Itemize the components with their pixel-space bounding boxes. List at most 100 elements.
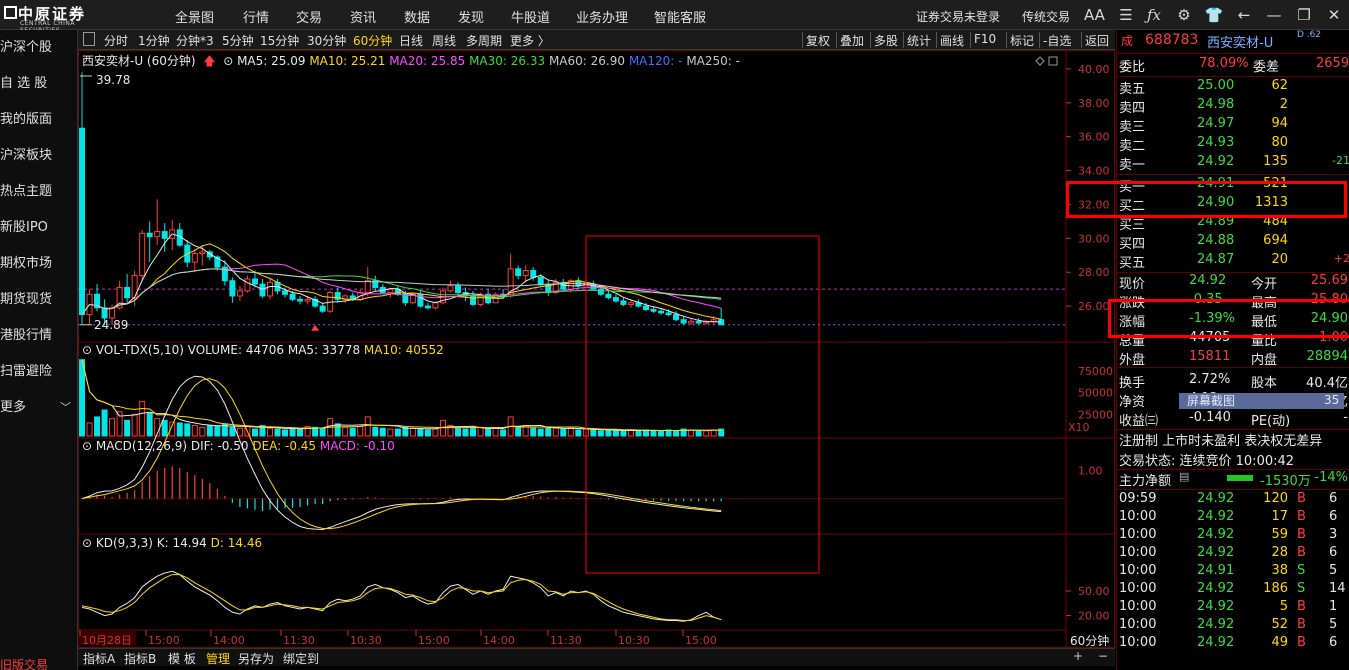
top-menu-item-1[interactable]: 行情 [243,7,269,26]
zoom-out-icon[interactable]: − [1098,649,1108,663]
minimize-icon[interactable]: — [1264,5,1284,25]
period-tab-8[interactable]: 周线 [432,32,456,49]
volume-bar [394,428,401,437]
top-menu-item-2[interactable]: 交易 [296,7,322,26]
bottom-tab-5[interactable]: 绑定到 [283,650,319,667]
sidebar-item-5[interactable]: 新股IPO [0,210,78,246]
kd-settings-icon[interactable]: ⊙ [82,536,96,550]
period-tab-10[interactable]: 更多 〉 [510,32,550,49]
tick-volume: 52 [1271,617,1288,632]
buy-row-3[interactable]: 买四 24.88 694 [1117,233,1349,252]
trade-mode[interactable]: 传统交易 [1022,8,1070,25]
selection-rectangle[interactable] [585,235,820,574]
screenshot-button[interactable]: 屏幕截图 [1179,393,1344,409]
chart-window-toggle-icon[interactable] [1048,56,1058,66]
back-arrow-icon[interactable]: ← [1234,5,1254,25]
collapse-toggle-icon[interactable] [83,32,95,46]
main-flow-row[interactable]: 主力净额 ▤ -1530万 -14% [1117,470,1349,489]
settings-dropdown-icon[interactable]: ⊙ [223,54,233,68]
registration-info: 注册制 上市时未盈利 表决权无差异 [1119,434,1323,449]
volume-bar [79,359,85,437]
book-volume: 20 [1271,252,1288,267]
tick-price: 24.92 [1197,581,1235,596]
sell-row-0[interactable]: 卖五 25.00 62 [1117,78,1349,97]
bottom-tab-1[interactable]: 指标B [124,650,156,667]
vol-settings-icon[interactable]: ⊙ [82,343,96,357]
period-tab-2[interactable]: 分钟*3 [176,32,214,49]
bottom-tab-4[interactable]: 另存为 [238,650,274,667]
sell-row-2[interactable]: 卖三 24.97 94 [1117,116,1349,135]
time-axis-label: 14:00 [213,634,245,647]
font-size-icon[interactable]: AA [1084,5,1105,25]
sidebar-item-1[interactable]: 自 选 股 [0,66,78,102]
logo-mark-icon [4,6,17,19]
time-axis-label: 10:30 [350,634,382,647]
bottom-tab-2[interactable]: 模 板 [168,650,196,667]
period-tab-0[interactable]: 分时 [104,32,128,49]
period-indicator[interactable]: 60分钟 [1070,632,1109,649]
tick-count: 6 [1329,509,1338,524]
maximize-icon[interactable]: ❐ [1294,5,1314,25]
legacy-trade-button[interactable]: 旧版交易 [0,656,78,670]
top-menu-item-6[interactable]: 牛股道 [511,7,550,26]
price-axis-label: 38.00 [1078,97,1110,110]
formula-icon[interactable]: ƒx [1144,5,1164,25]
toolbar-button-4[interactable]: 画线 [940,32,964,49]
period-tab-9[interactable]: 多周期 [466,32,502,49]
sell-row-3[interactable]: 卖二 24.93 80 [1117,135,1349,154]
bottom-tab-0[interactable]: 指标A [83,650,115,667]
macd-settings-icon[interactable]: ⊙ [82,439,96,453]
tick-row: 09:59 24.92 120 B 6 [1117,491,1349,509]
close-icon[interactable]: ✕ [1324,5,1344,25]
menu-grid-icon[interactable]: ☰ [1116,5,1136,25]
period-tab-5[interactable]: 30分钟 [307,32,346,49]
toolbar-button-2[interactable]: 多股 [874,32,898,49]
toolbar-button-5[interactable]: F10 [974,32,996,46]
sidebar-item-0[interactable]: 沪深个股 [0,30,78,66]
toolbar-button-0[interactable]: 复权 [806,32,830,49]
book-change: -21 [1332,154,1349,167]
sidebar-item-9[interactable]: 扫雷避险 [0,354,78,390]
period-tab-3[interactable]: 5分钟 [222,32,254,49]
period-tab-4[interactable]: 15分钟 [260,32,299,49]
toolbar-button-6[interactable]: 标记 [1010,32,1034,49]
buy-row-4[interactable]: 买五 24.87 20 +2 [1117,252,1349,271]
chart-diamond-icon[interactable] [1035,56,1045,66]
screenshot-number: 35 [1324,393,1340,407]
toolbar-button-3[interactable]: 统计 [907,32,931,49]
sidebar-item-2[interactable]: 我的版面 [0,102,78,138]
volume-bar [214,425,221,437]
brand-logo[interactable]: 中原证券 CENTRAL CHINA SECURITIES [4,3,114,34]
sidebar-item-4[interactable]: 热点主题 [0,174,78,210]
sidebar-item-6[interactable]: 期权市场 [0,246,78,282]
skin-shirt-icon[interactable]: 👕 [1204,5,1224,25]
toolbar-button-8[interactable]: 返回 [1085,32,1109,49]
bottom-tab-3[interactable]: 管理 [206,650,230,667]
sidebar-item-8[interactable]: 港股行情 [0,318,78,354]
top-menu-item-3[interactable]: 资讯 [350,7,376,26]
tick-price: 24.92 [1197,599,1235,614]
toolbar-button-1[interactable]: 叠加 [840,32,864,49]
top-menu-item-7[interactable]: 业务办理 [576,7,628,26]
top-menu-item-8[interactable]: 智能客服 [654,7,706,26]
sidebar-item-3[interactable]: 沪深板块 [0,138,78,174]
period-tab-1[interactable]: 1分钟 [138,32,170,49]
login-status[interactable]: 证券交易未登录 [916,8,1000,25]
stock-period-title: 西安奕材-U (60分钟) [82,54,196,68]
period-tab-7[interactable]: 日线 [399,32,423,49]
sidebar-item-7[interactable]: 期货现货 [0,282,78,318]
period-tab-6[interactable]: 60分钟 [353,32,392,49]
sidebar-item-10[interactable]: 更多 ﹀ [0,390,78,426]
volume-bar [229,426,236,437]
gear-icon[interactable]: ⚙ [1174,5,1194,25]
sell-row-4[interactable]: 卖一 24.92 135 -21 [1117,154,1349,173]
quote-label-2: 股本 [1251,376,1278,391]
toolbar-button-7[interactable]: -自选 [1043,32,1071,49]
main-flow-menu-icon[interactable]: ▤ [1179,470,1189,483]
sell-row-1[interactable]: 卖四 24.98 2 [1117,97,1349,116]
top-menu-item-0[interactable]: 全景图 [175,7,214,26]
main-flow-value: -1530万 [1260,474,1311,489]
top-menu-item-4[interactable]: 数据 [404,7,430,26]
top-menu-item-5[interactable]: 发现 [458,7,484,26]
zoom-in-icon[interactable]: + [1073,649,1083,663]
